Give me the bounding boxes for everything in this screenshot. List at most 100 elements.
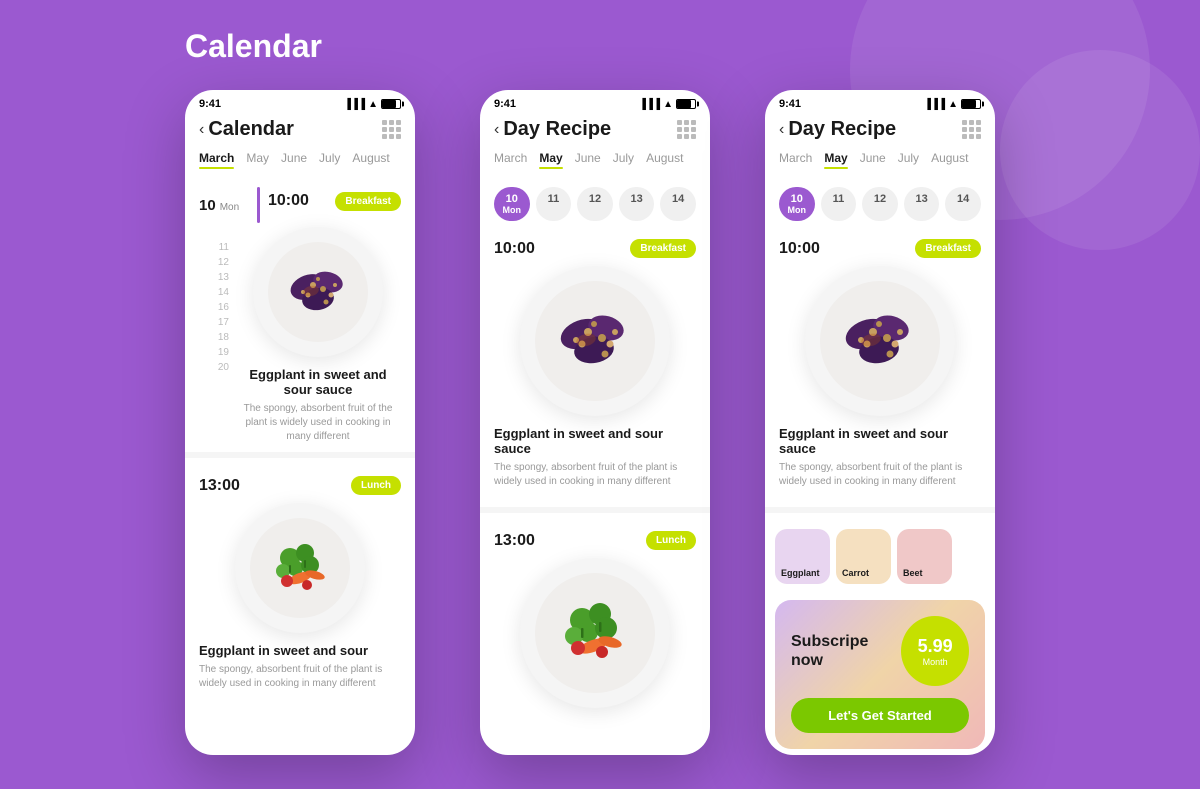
meal2-badge-1: Lunch xyxy=(351,476,401,495)
meal1-header-2: 10:00 Breakfast xyxy=(494,239,696,258)
grid-icon-3[interactable] xyxy=(962,120,981,139)
meal2-header-2: 13:00 Lunch xyxy=(494,531,696,550)
tab-august-3[interactable]: August xyxy=(931,151,968,169)
tab-august-1[interactable]: August xyxy=(352,151,389,169)
cal-day-20: 20 xyxy=(199,362,229,377)
subscribe-text: Subscripe now xyxy=(791,632,901,670)
cat-carrot[interactable]: Carrot xyxy=(836,529,891,584)
food-desc-3: The spongy, absorbent fruit of the plant… xyxy=(494,461,696,489)
subscribe-card: Subscripe now 5.99 Month Let's Get Start… xyxy=(775,600,985,749)
cal-day-11: 11 xyxy=(199,242,229,257)
day-pill-12-2[interactable]: 12 xyxy=(577,187,613,221)
cal-day-12: 12 xyxy=(199,257,229,272)
price-period: Month xyxy=(923,657,948,667)
back-arrow-2[interactable]: ‹ xyxy=(494,121,499,139)
header-title-3: Day Recipe xyxy=(788,118,896,141)
tab-july-3[interactable]: July xyxy=(898,151,919,169)
meal2-time-2: 13:00 xyxy=(494,532,535,550)
day-pill-12-3[interactable]: 12 xyxy=(862,187,898,221)
cat-label-beet: Beet xyxy=(903,568,923,578)
tab-may-1[interactable]: May xyxy=(246,151,269,169)
food-name-1: Eggplant in sweet and sour sauce xyxy=(239,367,397,397)
day-pill-11-2[interactable]: 11 xyxy=(536,187,572,221)
price-amount: 5.99 xyxy=(918,636,953,657)
subscribe-inner: Subscripe now 5.99 Month xyxy=(791,616,969,686)
grid-icon-2[interactable] xyxy=(677,120,696,139)
tab-july-2[interactable]: July xyxy=(613,151,634,169)
cal-first-day-name: Mon xyxy=(220,202,239,213)
status-bar-3: 9:41 ▐▐▐ ▲ xyxy=(765,90,995,114)
day-pill-10-3[interactable]: 10 Mon xyxy=(779,187,815,221)
grid-icon-1[interactable] xyxy=(382,120,401,139)
cat-beet[interactable]: Beet xyxy=(897,529,952,584)
status-icons-3: ▐▐▐ ▲ xyxy=(924,99,981,110)
cat-eggplant[interactable]: Eggplant xyxy=(775,529,830,584)
meal1-badge-1: Breakfast xyxy=(335,192,401,211)
cat-label-carrot: Carrot xyxy=(842,568,869,578)
food-desc-5: The spongy, absorbent fruit of the plant… xyxy=(779,461,981,489)
food-plate-2 xyxy=(235,503,365,633)
tab-may-3[interactable]: May xyxy=(824,151,847,169)
phone-day-recipe-1: 9:41 ▐▐▐ ▲ ‹ Day Recipe March May June J… xyxy=(480,90,710,755)
wifi-icon-2: ▲ xyxy=(663,99,673,110)
tab-june-2[interactable]: June xyxy=(575,151,601,169)
day-pill-14-2[interactable]: 14 xyxy=(660,187,696,221)
tab-march-2[interactable]: March xyxy=(494,151,527,169)
phone1-content: 10 Mon 10:00 Breakfast 11 12 13 14 xyxy=(185,179,415,711)
meal2-time-1: 13:00 xyxy=(199,477,240,495)
wifi-icon: ▲ xyxy=(368,99,378,110)
divider-2 xyxy=(480,507,710,513)
tab-july-1[interactable]: July xyxy=(319,151,340,169)
food-desc-2: The spongy, absorbent fruit of the plant… xyxy=(199,663,401,691)
status-icons-2: ▐▐▐ ▲ xyxy=(639,99,696,110)
tab-march-3[interactable]: March xyxy=(779,151,812,169)
cal-day-19: 19 xyxy=(199,347,229,362)
tab-may-2[interactable]: May xyxy=(539,151,562,169)
month-tabs-3: March May June July August xyxy=(765,149,995,179)
phone-calendar: 9:41 ▐▐▐ ▲ ‹ Calendar March May June Jul… xyxy=(185,90,415,755)
meal2-badge-2: Lunch xyxy=(646,531,696,550)
category-pills: Eggplant Carrot Beet xyxy=(765,521,995,592)
day-pills-2: 10 Mon 11 12 13 14 xyxy=(480,179,710,229)
divider-3 xyxy=(765,507,995,513)
calendar-rows: 11 12 13 14 16 17 18 19 20 xyxy=(185,227,415,444)
day-pill-10-2[interactable]: 10 Mon xyxy=(494,187,530,221)
day-pill-11-3[interactable]: 11 xyxy=(821,187,857,221)
tab-june-3[interactable]: June xyxy=(860,151,886,169)
meal1-time-3: 10:00 xyxy=(779,240,820,258)
cta-button[interactable]: Let's Get Started xyxy=(791,698,969,733)
phone3-header: ‹ Day Recipe xyxy=(765,114,995,149)
day-pills-3: 10 Mon 11 12 13 14 xyxy=(765,179,995,229)
header-left-3: ‹ Day Recipe xyxy=(779,118,896,141)
tab-march-1[interactable]: March xyxy=(199,151,234,169)
phone-day-recipe-2: 9:41 ▐▐▐ ▲ ‹ Day Recipe March May June J… xyxy=(765,90,995,755)
meal1-header-1: 10:00 Breakfast xyxy=(268,192,401,211)
battery-icon-3 xyxy=(961,99,981,109)
food-plate-5 xyxy=(805,266,955,416)
meal1-header-3: 10:00 Breakfast xyxy=(779,239,981,258)
status-time-1: 9:41 xyxy=(199,98,221,110)
day-pill-13-2[interactable]: 13 xyxy=(619,187,655,221)
month-tabs-1: March May June July August xyxy=(185,149,415,179)
meal1-block-2: 10:00 Breakfast xyxy=(480,229,710,499)
phone1-header: ‹ Calendar xyxy=(185,114,415,149)
cal-day-16: 16 xyxy=(199,302,229,317)
food-plate-1 xyxy=(253,227,383,357)
meal2-block-2: 13:00 Lunch xyxy=(480,521,710,728)
day-pill-13-3[interactable]: 13 xyxy=(904,187,940,221)
tab-june-1[interactable]: June xyxy=(281,151,307,169)
signal-icon: ▐▐▐ xyxy=(344,99,365,110)
back-arrow-3[interactable]: ‹ xyxy=(779,121,784,139)
meal1-block-3: 10:00 Breakfast xyxy=(765,229,995,499)
tab-august-2[interactable]: August xyxy=(646,151,683,169)
back-arrow-1[interactable]: ‹ xyxy=(199,121,204,139)
meal2-header-1: 13:00 Lunch xyxy=(199,476,401,495)
meal2-block-1: 13:00 Lunch xyxy=(185,466,415,701)
price-circle: 5.99 Month xyxy=(901,616,969,686)
day-pill-14-3[interactable]: 14 xyxy=(945,187,981,221)
food-desc-1: The spongy, absorbent fruit of the plant… xyxy=(239,402,397,444)
meal1-time-1: 10:00 xyxy=(268,192,309,210)
header-left-2: ‹ Day Recipe xyxy=(494,118,611,141)
food-plate-3 xyxy=(520,266,670,416)
cal-day-17: 17 xyxy=(199,317,229,332)
